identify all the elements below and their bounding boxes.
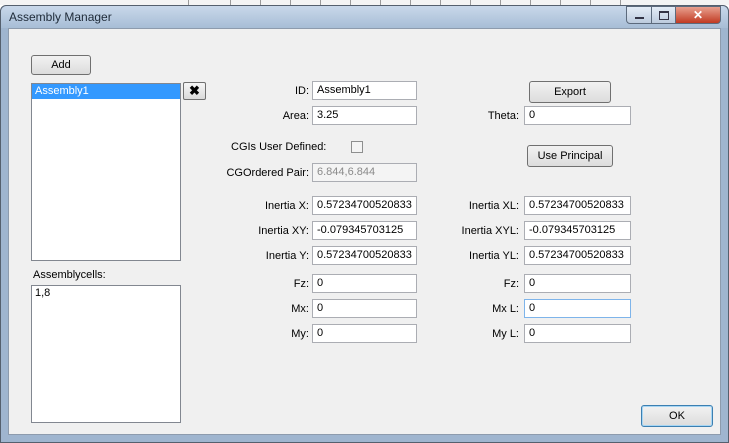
mx-label: Mx:	[291, 303, 309, 315]
use-principal-button[interactable]: Use Principal	[527, 145, 613, 167]
inertia-y-label: Inertia Y:	[265, 250, 309, 262]
mxl-label: Mx L:	[492, 303, 519, 315]
maximize-button[interactable]	[651, 6, 677, 24]
fz-right-label: Fz:	[503, 278, 519, 290]
assembly-manager-window: Assembly Manager ✕ Add Assembly1 ✖ Assem…	[0, 5, 729, 443]
inertia-x-field[interactable]: 0.57234700520833	[312, 196, 417, 215]
list-item[interactable]: 1,8	[32, 286, 180, 301]
delete-assembly-button[interactable]: ✖	[183, 82, 206, 100]
my-label: My:	[291, 328, 309, 340]
close-button[interactable]: ✕	[675, 6, 721, 24]
id-field[interactable]: Assembly1	[312, 81, 417, 100]
my-field[interactable]: 0	[312, 324, 417, 343]
inertia-xy-label: Inertia XY:	[258, 225, 309, 237]
ok-button[interactable]: OK	[641, 405, 713, 427]
title-bar[interactable]: Assembly Manager ✕	[1, 6, 728, 28]
delete-icon: ✖	[189, 83, 200, 98]
inertia-yl-field[interactable]: 0.57234700520833	[524, 246, 631, 265]
assembly-list[interactable]: Assembly1	[31, 83, 181, 261]
mx-field[interactable]: 0	[312, 299, 417, 318]
inertia-xy-field[interactable]: -0.079345703125	[312, 221, 417, 240]
window-controls: ✕	[626, 6, 721, 24]
mxl-field[interactable]: 0	[524, 299, 631, 318]
fz-right-field[interactable]: 0	[524, 274, 631, 293]
list-item[interactable]: Assembly1	[32, 84, 180, 99]
inertia-yl-label: Inertia YL:	[469, 250, 519, 262]
assemblycells-list[interactable]: 1,8	[31, 285, 181, 423]
inertia-x-label: Inertia X:	[264, 200, 309, 212]
id-label: ID:	[294, 85, 309, 97]
cg-ordered-pair-field: 6.844,6.844	[312, 163, 417, 182]
area-field[interactable]: 3.25	[312, 106, 417, 125]
dialog-body: Add Assembly1 ✖ Assemblycells: 1,8 ID: A…	[8, 28, 721, 435]
area-label: Area:	[282, 110, 309, 122]
minimize-button[interactable]	[626, 6, 653, 24]
window-title: Assembly Manager	[9, 10, 112, 24]
assemblycells-label: Assemblycells:	[33, 269, 106, 281]
theta-field[interactable]: 0	[524, 106, 631, 125]
myl-field[interactable]: 0	[524, 324, 631, 343]
inertia-xyl-label: Inertia XYL:	[461, 225, 519, 237]
inertia-y-field[interactable]: 0.57234700520833	[312, 246, 417, 265]
myl-label: My L:	[492, 328, 519, 340]
cg-ordered-pair-label: CGOrdered Pair:	[226, 167, 309, 179]
cgis-user-defined-checkbox[interactable]	[351, 141, 363, 153]
close-icon: ✕	[692, 8, 704, 22]
fz-label: Fz:	[293, 278, 309, 290]
inertia-xl-field[interactable]: 0.57234700520833	[524, 196, 631, 215]
theta-label: Theta:	[487, 110, 519, 122]
inertia-xl-label: Inertia XL:	[468, 200, 519, 212]
export-button[interactable]: Export	[529, 81, 611, 103]
add-button[interactable]: Add	[31, 55, 91, 75]
fz-field[interactable]: 0	[312, 274, 417, 293]
cgis-user-defined-label: CGIs User Defined:	[231, 141, 327, 153]
inertia-xyl-field[interactable]: -0.079345703125	[524, 221, 631, 240]
